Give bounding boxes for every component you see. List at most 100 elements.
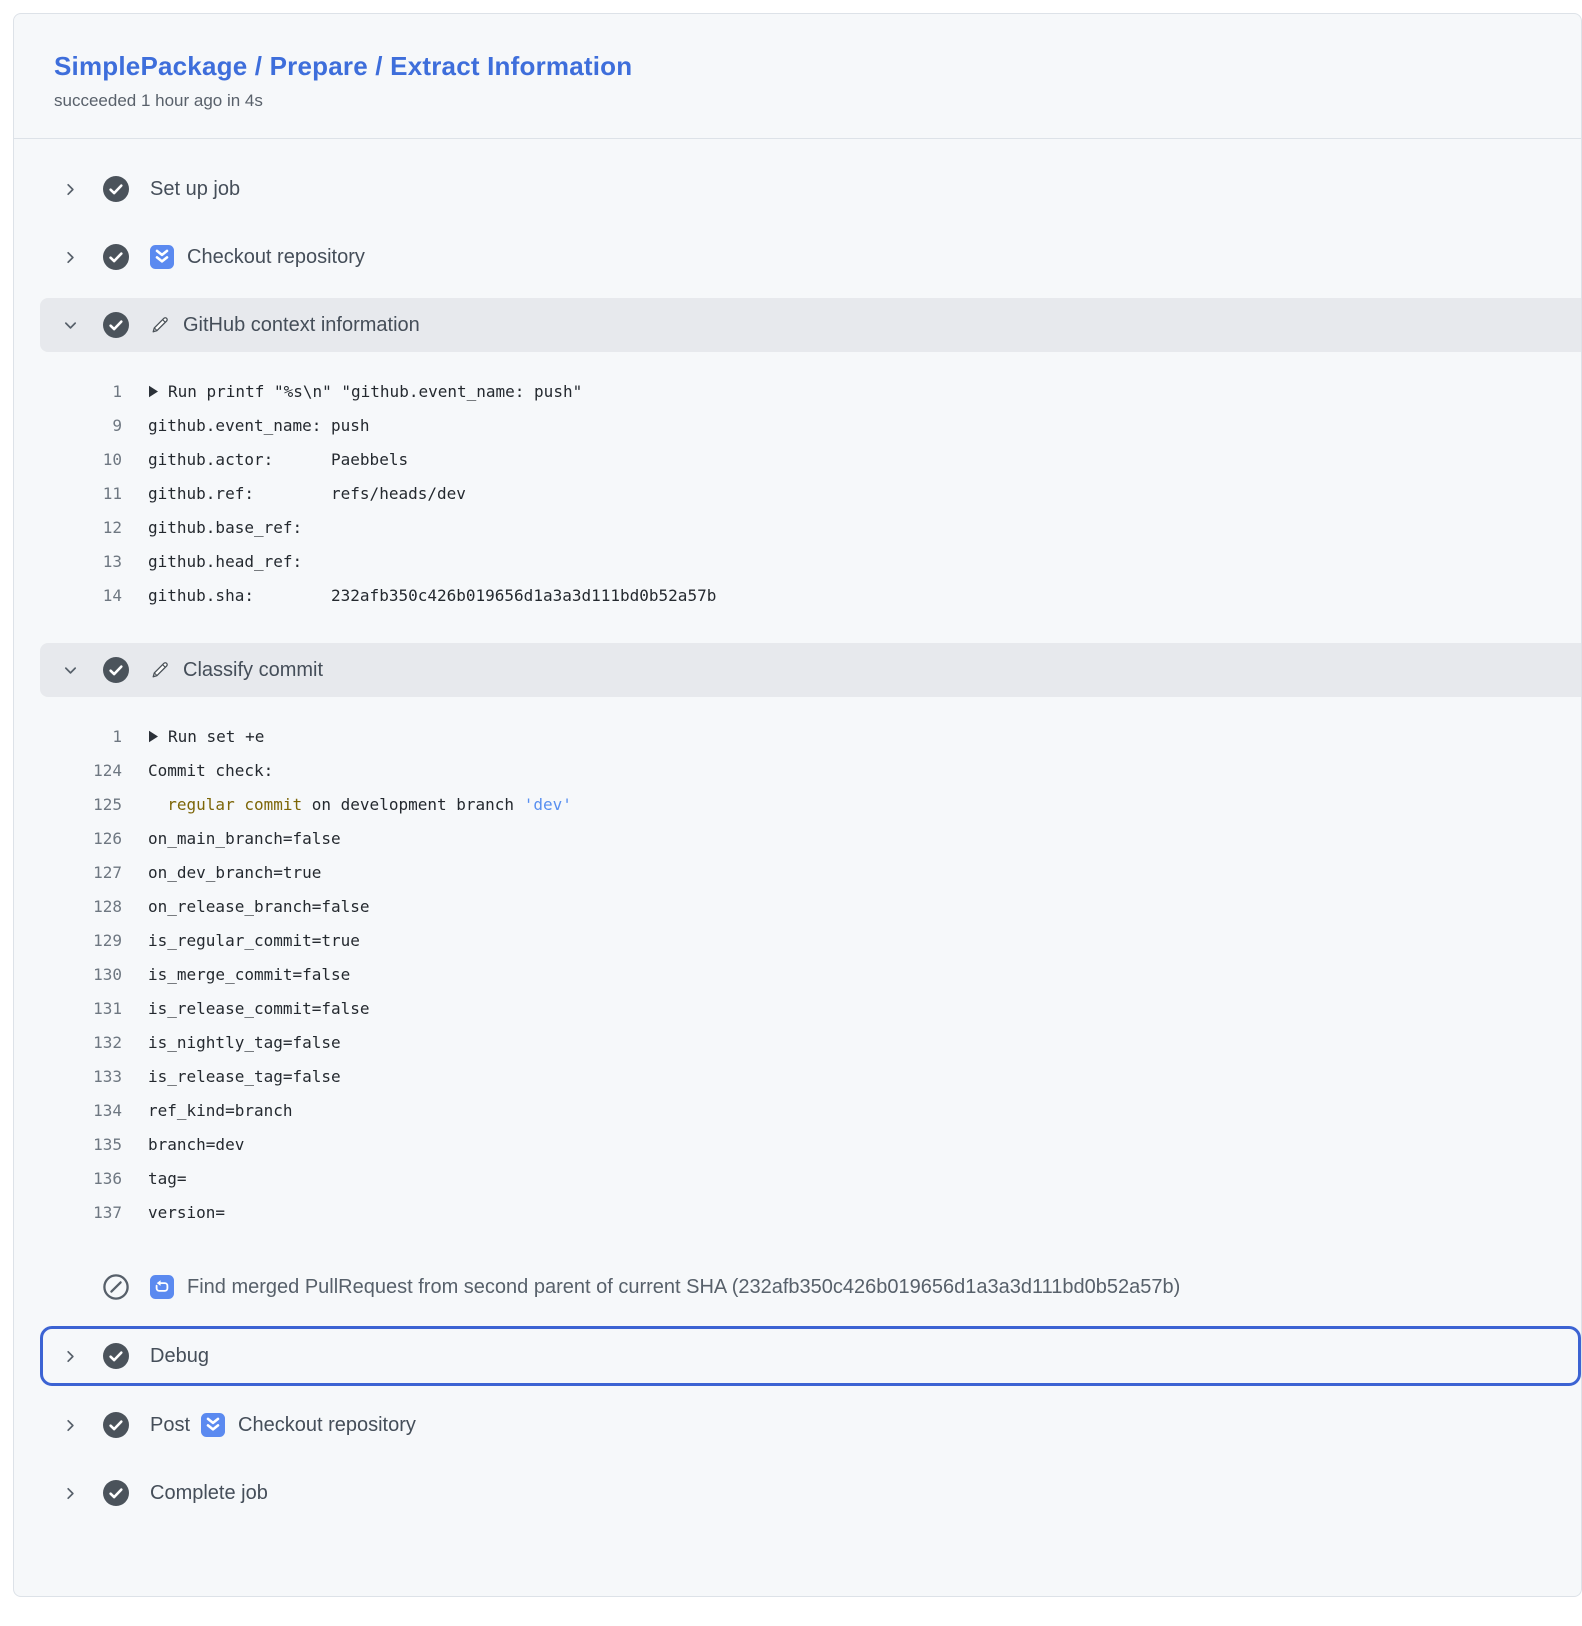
step-checkout-repository[interactable]: Checkout repository (14, 223, 1581, 291)
line-number[interactable]: 13 (14, 552, 122, 571)
repeat-icon (150, 1275, 174, 1299)
log-text: github.head_ref: (148, 552, 302, 571)
log-block-classify-commit: 1Run set +e 124 Commit check: 125 regular c… (14, 697, 1581, 1253)
log-text: is_nightly_tag=false (148, 1033, 341, 1052)
log-line: 126 on_main_branch=false (14, 821, 1581, 855)
log-text: github.actor: Paebbels (148, 450, 408, 469)
line-number[interactable]: 129 (14, 931, 122, 950)
log-text: Commit check: (148, 761, 273, 780)
chevron-right-icon[interactable] (62, 181, 78, 197)
log-segment: github.base_ref: (148, 518, 302, 537)
log-line: 132 is_nightly_tag=false (14, 1025, 1581, 1059)
slash-circle-icon (103, 1274, 129, 1300)
line-number[interactable]: 133 (14, 1067, 122, 1086)
check-circle-icon (103, 244, 129, 270)
log-segment: Run printf "%s\n" "github.event_name: pu… (168, 382, 582, 401)
step-header-github-context-information[interactable]: GitHub context information (40, 298, 1581, 352)
line-number[interactable]: 135 (14, 1135, 122, 1154)
log-segment: on_release_branch=false (148, 897, 370, 916)
step-label: Debug (150, 1345, 209, 1368)
line-number[interactable]: 124 (14, 761, 122, 780)
log-text: on_release_branch=false (148, 897, 370, 916)
step-set-up-job[interactable]: Set up job (14, 155, 1581, 223)
step-label: Checkout repository (238, 1414, 416, 1437)
step-label: Find merged PullRequest from second pare… (187, 1276, 1180, 1299)
step-debug[interactable]: Debug (40, 1326, 1581, 1386)
triangle-right-icon[interactable] (148, 730, 159, 743)
log-line: 135 branch=dev (14, 1127, 1581, 1161)
line-number[interactable]: 14 (14, 586, 122, 605)
log-segment: github.sha: 232afb350c426b019656d1a3a3d1… (148, 586, 716, 605)
check-circle-icon (103, 1412, 129, 1438)
log-segment: is_merge_commit=false (148, 965, 350, 984)
chevron-right-icon[interactable] (62, 1417, 78, 1433)
step-header-classify-commit[interactable]: Classify commit (40, 643, 1581, 697)
step-list: Set up job Checkout repository GitHub cont… (14, 139, 1581, 1587)
chevron-right-icon[interactable] (62, 1485, 78, 1501)
line-number[interactable]: 128 (14, 897, 122, 916)
check-circle-icon (103, 657, 129, 683)
log-segment: regular commit (167, 795, 302, 814)
log-line: 1 Run printf "%s\n" "github.event_name: p… (14, 374, 1581, 408)
checkout-download-icon (150, 245, 174, 269)
line-number[interactable]: 9 (14, 416, 122, 435)
line-number[interactable]: 136 (14, 1169, 122, 1188)
line-number[interactable]: 12 (14, 518, 122, 537)
log-segment: branch=dev (148, 1135, 244, 1154)
log-line: 1Run set +e (14, 719, 1581, 753)
line-number[interactable]: 137 (14, 1203, 122, 1222)
line-number[interactable]: 132 (14, 1033, 122, 1052)
log-line: 136 tag= (14, 1161, 1581, 1195)
step-post-checkout-repository[interactable]: PostCheckout repository (14, 1391, 1581, 1459)
line-number[interactable]: 10 (14, 450, 122, 469)
line-number[interactable]: 125 (14, 795, 122, 814)
log-block-github-context-information: 1 Run printf "%s\n" "github.event_name: p… (14, 352, 1581, 636)
chevron-right-icon[interactable] (62, 249, 78, 265)
log-text: Run printf "%s\n" "github.event_name: pu… (148, 382, 582, 401)
log-segment: github.event_name: push (148, 416, 370, 435)
log-segment (148, 795, 167, 814)
line-number[interactable]: 1 (14, 727, 122, 746)
log-text: github.base_ref: (148, 518, 302, 537)
log-line: 14 github.sha: 232afb350c426b019656d1a3a3… (14, 578, 1581, 612)
log-text: github.event_name: push (148, 416, 370, 435)
log-text: github.ref: refs/heads/dev (148, 484, 466, 503)
log-segment: tag= (148, 1169, 187, 1188)
line-number[interactable]: 1 (14, 382, 122, 401)
log-text: on_main_branch=false (148, 829, 341, 848)
pencil-icon (150, 660, 170, 680)
step-find-merged-pullrequest-from-second-parent-o[interactable]: Find merged PullRequest from second pare… (14, 1253, 1581, 1321)
log-text: is_regular_commit=true (148, 931, 360, 950)
log-segment: github.ref: refs/heads/dev (148, 484, 466, 503)
job-header: SimplePackage / Prepare / Extract Inform… (14, 14, 1581, 139)
check-circle-icon (103, 1480, 129, 1506)
line-number[interactable]: 127 (14, 863, 122, 882)
chevron-down-icon[interactable] (62, 317, 78, 333)
step-label: Checkout repository (187, 246, 365, 269)
line-number[interactable]: 130 (14, 965, 122, 984)
log-line: 133 is_release_tag=false (14, 1059, 1581, 1093)
log-segment: version= (148, 1203, 225, 1222)
chevron-right-icon[interactable] (62, 1348, 78, 1364)
log-segment: is_release_tag=false (148, 1067, 341, 1086)
line-number[interactable]: 134 (14, 1101, 122, 1120)
log-line: 13 github.head_ref: (14, 544, 1581, 578)
log-text: is_release_commit=false (148, 999, 370, 1018)
log-segment: github.actor: Paebbels (148, 450, 408, 469)
line-number[interactable]: 11 (14, 484, 122, 503)
chevron-down-icon[interactable] (62, 662, 78, 678)
triangle-right-icon[interactable] (148, 385, 159, 398)
log-line: 12 github.base_ref: (14, 510, 1581, 544)
log-text: version= (148, 1203, 225, 1222)
log-segment: is_nightly_tag=false (148, 1033, 341, 1052)
log-line: 129 is_regular_commit=true (14, 923, 1581, 957)
log-text: is_merge_commit=false (148, 965, 350, 984)
log-segment: on_dev_branch=true (148, 863, 321, 882)
line-number[interactable]: 131 (14, 999, 122, 1018)
log-segment: on_main_branch=false (148, 829, 341, 848)
log-segment: 'dev' (524, 795, 572, 814)
log-segment: ref_kind=branch (148, 1101, 293, 1120)
line-number[interactable]: 126 (14, 829, 122, 848)
log-line: 9 github.event_name: push (14, 408, 1581, 442)
step-complete-job[interactable]: Complete job (14, 1459, 1581, 1527)
